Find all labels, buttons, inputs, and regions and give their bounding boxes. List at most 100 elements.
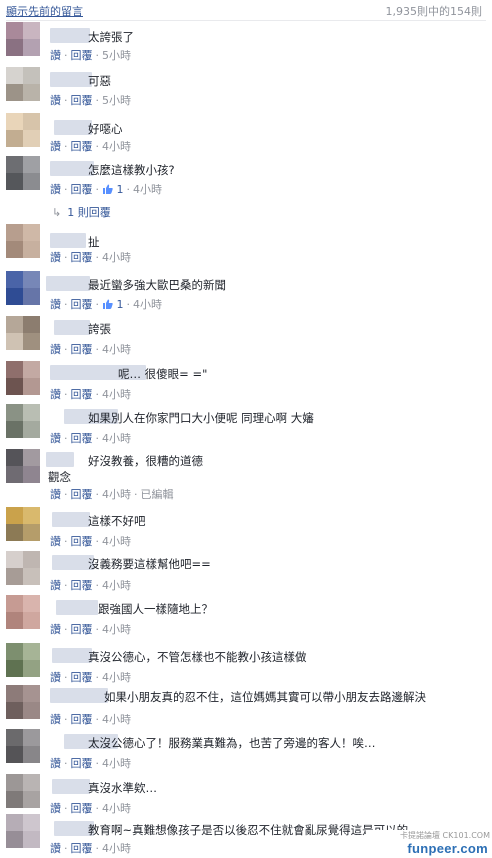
avatar[interactable] xyxy=(6,507,40,541)
comment-timestamp[interactable]: 4小時 xyxy=(102,757,131,770)
commenter-name[interactable] xyxy=(54,120,92,135)
avatar[interactable] xyxy=(6,361,40,395)
comment-timestamp[interactable]: 4小時 xyxy=(102,671,131,684)
comment-timestamp[interactable]: 4小時 xyxy=(102,140,131,153)
reply-action[interactable]: 回覆 xyxy=(71,94,93,107)
avatar[interactable] xyxy=(6,156,40,190)
reply-action[interactable]: 回覆 xyxy=(71,140,93,153)
avatar[interactable] xyxy=(6,729,40,763)
comment-text: 呢… 很傻眼= =" xyxy=(118,367,208,381)
comment-timestamp[interactable]: 4小時 xyxy=(102,623,131,636)
reply-action[interactable]: 回覆 xyxy=(71,251,93,264)
like-action[interactable]: 讚 xyxy=(50,343,61,356)
reply-action[interactable]: 回覆 xyxy=(71,388,93,401)
edited-label[interactable]: 已編輯 xyxy=(141,488,174,501)
comment-timestamp[interactable]: 4小時 xyxy=(102,343,131,356)
reply-action[interactable]: 回覆 xyxy=(71,579,93,592)
comment-timestamp[interactable]: 5小時 xyxy=(102,49,131,62)
commenter-name[interactable] xyxy=(52,648,92,663)
like-action[interactable]: 讚 xyxy=(50,757,61,770)
like-action[interactable]: 讚 xyxy=(50,140,61,153)
reply-arrow-icon: ↳ xyxy=(52,206,62,219)
comment-timestamp[interactable]: 4小時 xyxy=(102,842,131,855)
like-action[interactable]: 讚 xyxy=(50,388,61,401)
avatar[interactable] xyxy=(6,551,40,585)
commenter-name[interactable] xyxy=(50,28,90,43)
reply-action[interactable]: 回覆 xyxy=(71,623,93,636)
commenter-name[interactable] xyxy=(50,233,86,248)
reply-action[interactable]: 回覆 xyxy=(71,713,93,726)
reply-action[interactable]: 回覆 xyxy=(71,535,93,548)
avatar[interactable] xyxy=(6,22,40,56)
avatar[interactable] xyxy=(6,449,40,483)
reply-action[interactable]: 回覆 xyxy=(71,671,93,684)
avatar[interactable] xyxy=(6,316,40,350)
commenter-name[interactable] xyxy=(52,512,90,527)
like-action[interactable]: 讚 xyxy=(50,579,61,592)
avatar[interactable] xyxy=(6,224,40,258)
comment-timestamp[interactable]: 4小時 xyxy=(102,802,131,815)
commenter-name[interactable] xyxy=(52,779,90,794)
reply-action[interactable]: 回覆 xyxy=(71,802,93,815)
reply-action[interactable]: 回覆 xyxy=(71,757,93,770)
comment-timestamp[interactable]: 5小時 xyxy=(102,94,131,107)
avatar[interactable] xyxy=(6,814,40,848)
like-action[interactable]: 讚 xyxy=(50,298,61,311)
like-action[interactable]: 讚 xyxy=(50,671,61,684)
comment-timestamp[interactable]: 4小時 xyxy=(102,251,131,264)
comment-timestamp[interactable]: 4小時 xyxy=(102,535,131,548)
separator: · xyxy=(134,488,138,501)
like-action[interactable]: 讚 xyxy=(50,183,61,196)
like-action[interactable]: 讚 xyxy=(50,713,61,726)
like-action[interactable]: 讚 xyxy=(50,49,61,62)
reply-action[interactable]: 回覆 xyxy=(71,343,93,356)
like-count[interactable]: 1 xyxy=(102,298,124,311)
avatar[interactable] xyxy=(6,643,40,677)
commenter-name[interactable] xyxy=(50,72,92,87)
avatar[interactable] xyxy=(6,774,40,808)
commenter-name[interactable] xyxy=(50,688,108,703)
commenter-name[interactable] xyxy=(54,320,90,335)
reply-action[interactable]: 回覆 xyxy=(71,432,93,445)
avatar[interactable] xyxy=(6,685,40,719)
commenter-name[interactable] xyxy=(56,600,98,615)
comment-timestamp[interactable]: 4小時 xyxy=(102,579,131,592)
commenter-name[interactable] xyxy=(46,276,90,291)
like-count[interactable]: 1 xyxy=(102,183,124,196)
comment-timestamp[interactable]: 4小時 xyxy=(133,183,162,196)
avatar[interactable] xyxy=(6,595,40,629)
reply-action[interactable]: 回覆 xyxy=(71,49,93,62)
comment-timestamp[interactable]: 4小時 xyxy=(102,488,131,501)
like-action[interactable]: 讚 xyxy=(50,251,61,264)
separator: · xyxy=(64,671,68,684)
commenter-name[interactable] xyxy=(46,452,74,467)
like-action[interactable]: 讚 xyxy=(50,94,61,107)
avatar[interactable] xyxy=(6,67,40,101)
comment-text: 真沒公德心，不管怎樣也不能教小孩這樣做 xyxy=(88,650,307,664)
comment-timestamp[interactable]: 4小時 xyxy=(102,388,131,401)
reply-action[interactable]: 回覆 xyxy=(71,183,93,196)
avatar[interactable] xyxy=(6,404,40,438)
separator: · xyxy=(95,535,100,548)
like-action[interactable]: 讚 xyxy=(50,488,61,501)
separator: · xyxy=(95,623,100,636)
like-action[interactable]: 讚 xyxy=(50,432,61,445)
like-action[interactable]: 讚 xyxy=(50,802,61,815)
like-action[interactable]: 讚 xyxy=(50,842,61,855)
comments-header: 顯示先前的留言 1,935則中的154則 xyxy=(6,0,486,21)
like-action[interactable]: 讚 xyxy=(50,623,61,636)
show-previous-comments-link[interactable]: 顯示先前的留言 xyxy=(6,3,83,19)
separator: · xyxy=(64,802,68,815)
comment-timestamp[interactable]: 4小時 xyxy=(133,298,162,311)
reply-action[interactable]: 回覆 xyxy=(71,842,93,855)
separator: · xyxy=(95,842,100,855)
comment-timestamp[interactable]: 4小時 xyxy=(102,432,131,445)
avatar[interactable] xyxy=(6,113,40,147)
reply-action[interactable]: 回覆 xyxy=(71,488,93,501)
comment-timestamp[interactable]: 4小時 xyxy=(102,713,131,726)
like-action[interactable]: 讚 xyxy=(50,535,61,548)
avatar[interactable] xyxy=(6,271,40,305)
comment-actions: 讚 · 回覆 · 4小時 xyxy=(50,430,131,446)
view-replies-link[interactable]: ↳ 1 則回覆 xyxy=(52,204,111,220)
reply-action[interactable]: 回覆 xyxy=(71,298,93,311)
